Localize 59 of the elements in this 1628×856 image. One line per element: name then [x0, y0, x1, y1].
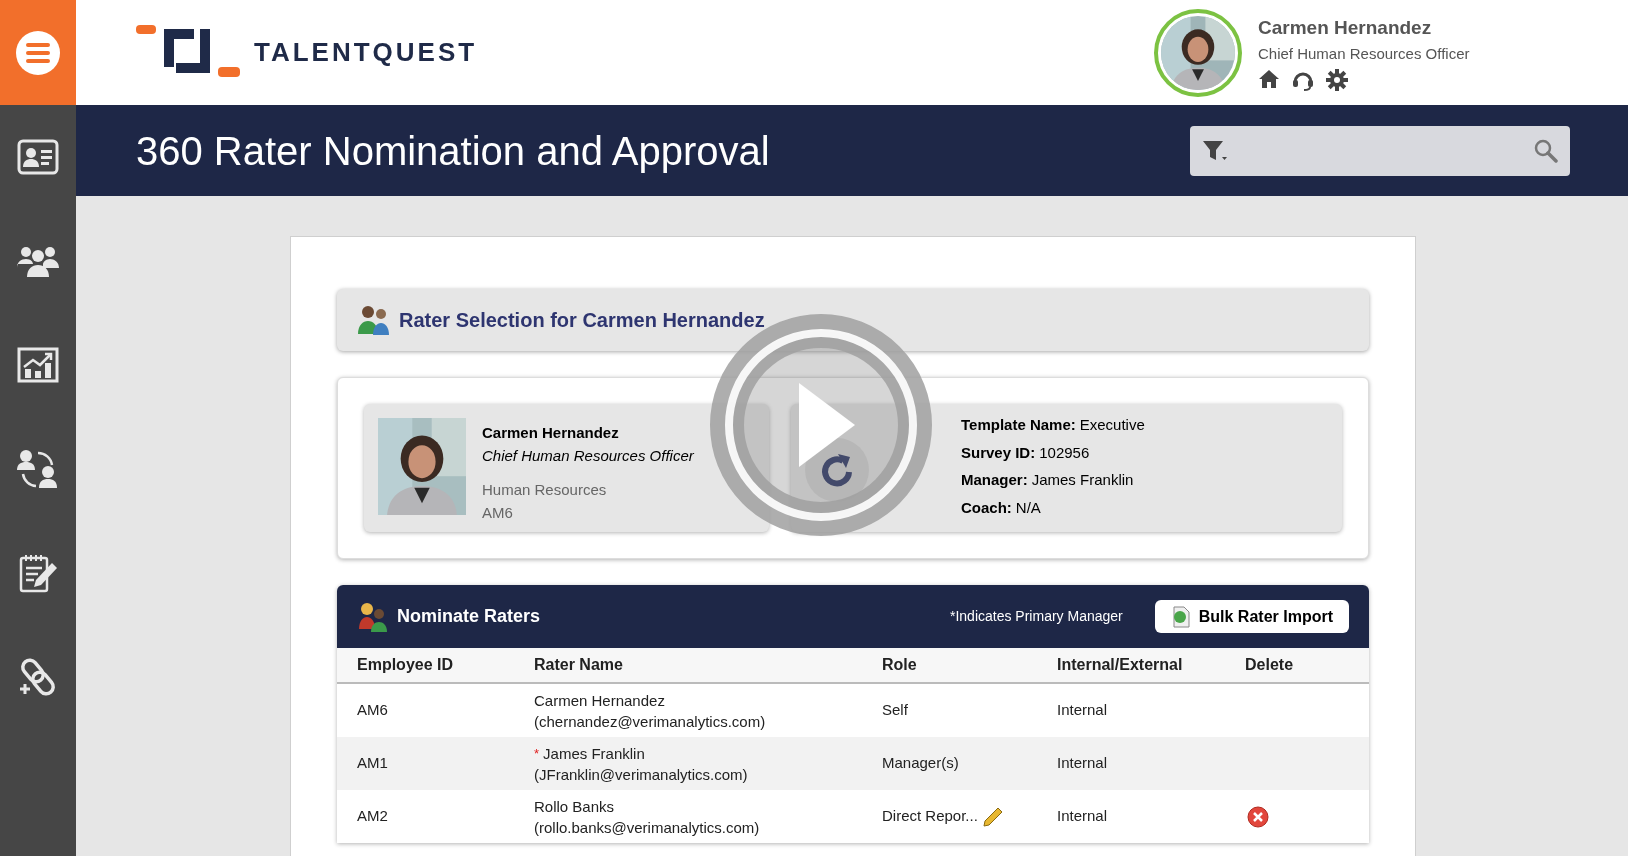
- table-cell-text: AM1: [357, 753, 389, 774]
- field-value: N/A: [1015, 497, 1041, 518]
- field-label: Template Name:: [961, 415, 1076, 435]
- home-icon[interactable]: [1258, 69, 1280, 89]
- table-cell-text: AM6: [357, 700, 389, 721]
- menu-button[interactable]: [0, 0, 76, 105]
- table-cell-text: Direct Repor...: [882, 806, 978, 827]
- panel-title: Nominate Raters: [397, 605, 542, 628]
- table-cell-text: AM2: [357, 806, 389, 827]
- profile-title: Chief Human Resources Officer: [482, 445, 694, 466]
- primary-manager-note: *Indicates Primary Manager: [950, 607, 1123, 626]
- column-header: Internal/External: [1057, 655, 1183, 675]
- field-value: 102956: [1039, 442, 1090, 463]
- link-add-icon[interactable]: [18, 657, 58, 697]
- rater-name: Rollo Banks: [534, 796, 615, 817]
- rater-email: (rollo.banks@verimanalytics.com): [534, 817, 761, 838]
- column-header: Role: [882, 655, 917, 675]
- filter-icon[interactable]: [1202, 138, 1228, 163]
- rater-email: (JFranklin@verimanalytics.com): [534, 764, 749, 785]
- field-value: Executive: [1079, 415, 1145, 435]
- page-title: 360 Rater Nomination and Approval: [136, 127, 771, 175]
- field-label: Coach:: [961, 497, 1012, 518]
- rater-name: Carmen Hernandez: [534, 690, 665, 711]
- contact-card-icon[interactable]: [17, 139, 59, 175]
- field-label: Survey ID:: [961, 442, 1036, 463]
- column-header: Rater Name: [534, 655, 623, 675]
- profile-department: Human Resources: [482, 480, 608, 500]
- user-name: Carmen Hernandez: [1258, 16, 1433, 40]
- notepad-pencil-icon[interactable]: [18, 553, 58, 593]
- people-group-icon[interactable]: [16, 244, 60, 278]
- people-icon: [357, 600, 389, 633]
- primary-marker: *: [534, 744, 540, 763]
- table-cell-text: Internal: [1057, 753, 1109, 774]
- table-cell-text: Internal: [1057, 700, 1109, 721]
- people-exchange-icon[interactable]: [16, 448, 60, 490]
- table-cell-text: Internal: [1057, 806, 1109, 827]
- search-field[interactable]: [1190, 125, 1570, 176]
- chart-icon[interactable]: [17, 347, 59, 383]
- document-icon: [1170, 605, 1191, 628]
- bulk-import-button[interactable]: Bulk Rater Import: [1154, 600, 1349, 633]
- table-cell-text: Self: [882, 700, 908, 721]
- profile-name: Carmen Hernandez: [482, 423, 620, 443]
- rater-email: (chernandez@verimanalytics.com): [534, 711, 767, 732]
- user-title: Chief Human Resources Officer: [1258, 43, 1471, 64]
- section-title: Rater Selection for Carmen Hernandez: [399, 308, 765, 333]
- field-label: Manager:: [961, 470, 1028, 490]
- field-value: James Franklin: [1031, 470, 1134, 490]
- table-cell-text: Manager(s): [882, 753, 959, 774]
- search-icon[interactable]: [1534, 138, 1558, 163]
- menu-icon: [16, 30, 60, 75]
- delete-icon[interactable]: [1247, 805, 1269, 828]
- settings-icon[interactable]: [1326, 69, 1348, 91]
- column-header: Delete: [1245, 655, 1294, 675]
- logo-text: TALENTQUEST: [254, 36, 478, 69]
- rater-name: James Franklin: [543, 743, 645, 764]
- pencil-icon[interactable]: [981, 805, 1004, 828]
- column-header: Employee ID: [357, 655, 454, 675]
- people-icon: [357, 304, 391, 336]
- profile-id: AM6: [482, 502, 514, 523]
